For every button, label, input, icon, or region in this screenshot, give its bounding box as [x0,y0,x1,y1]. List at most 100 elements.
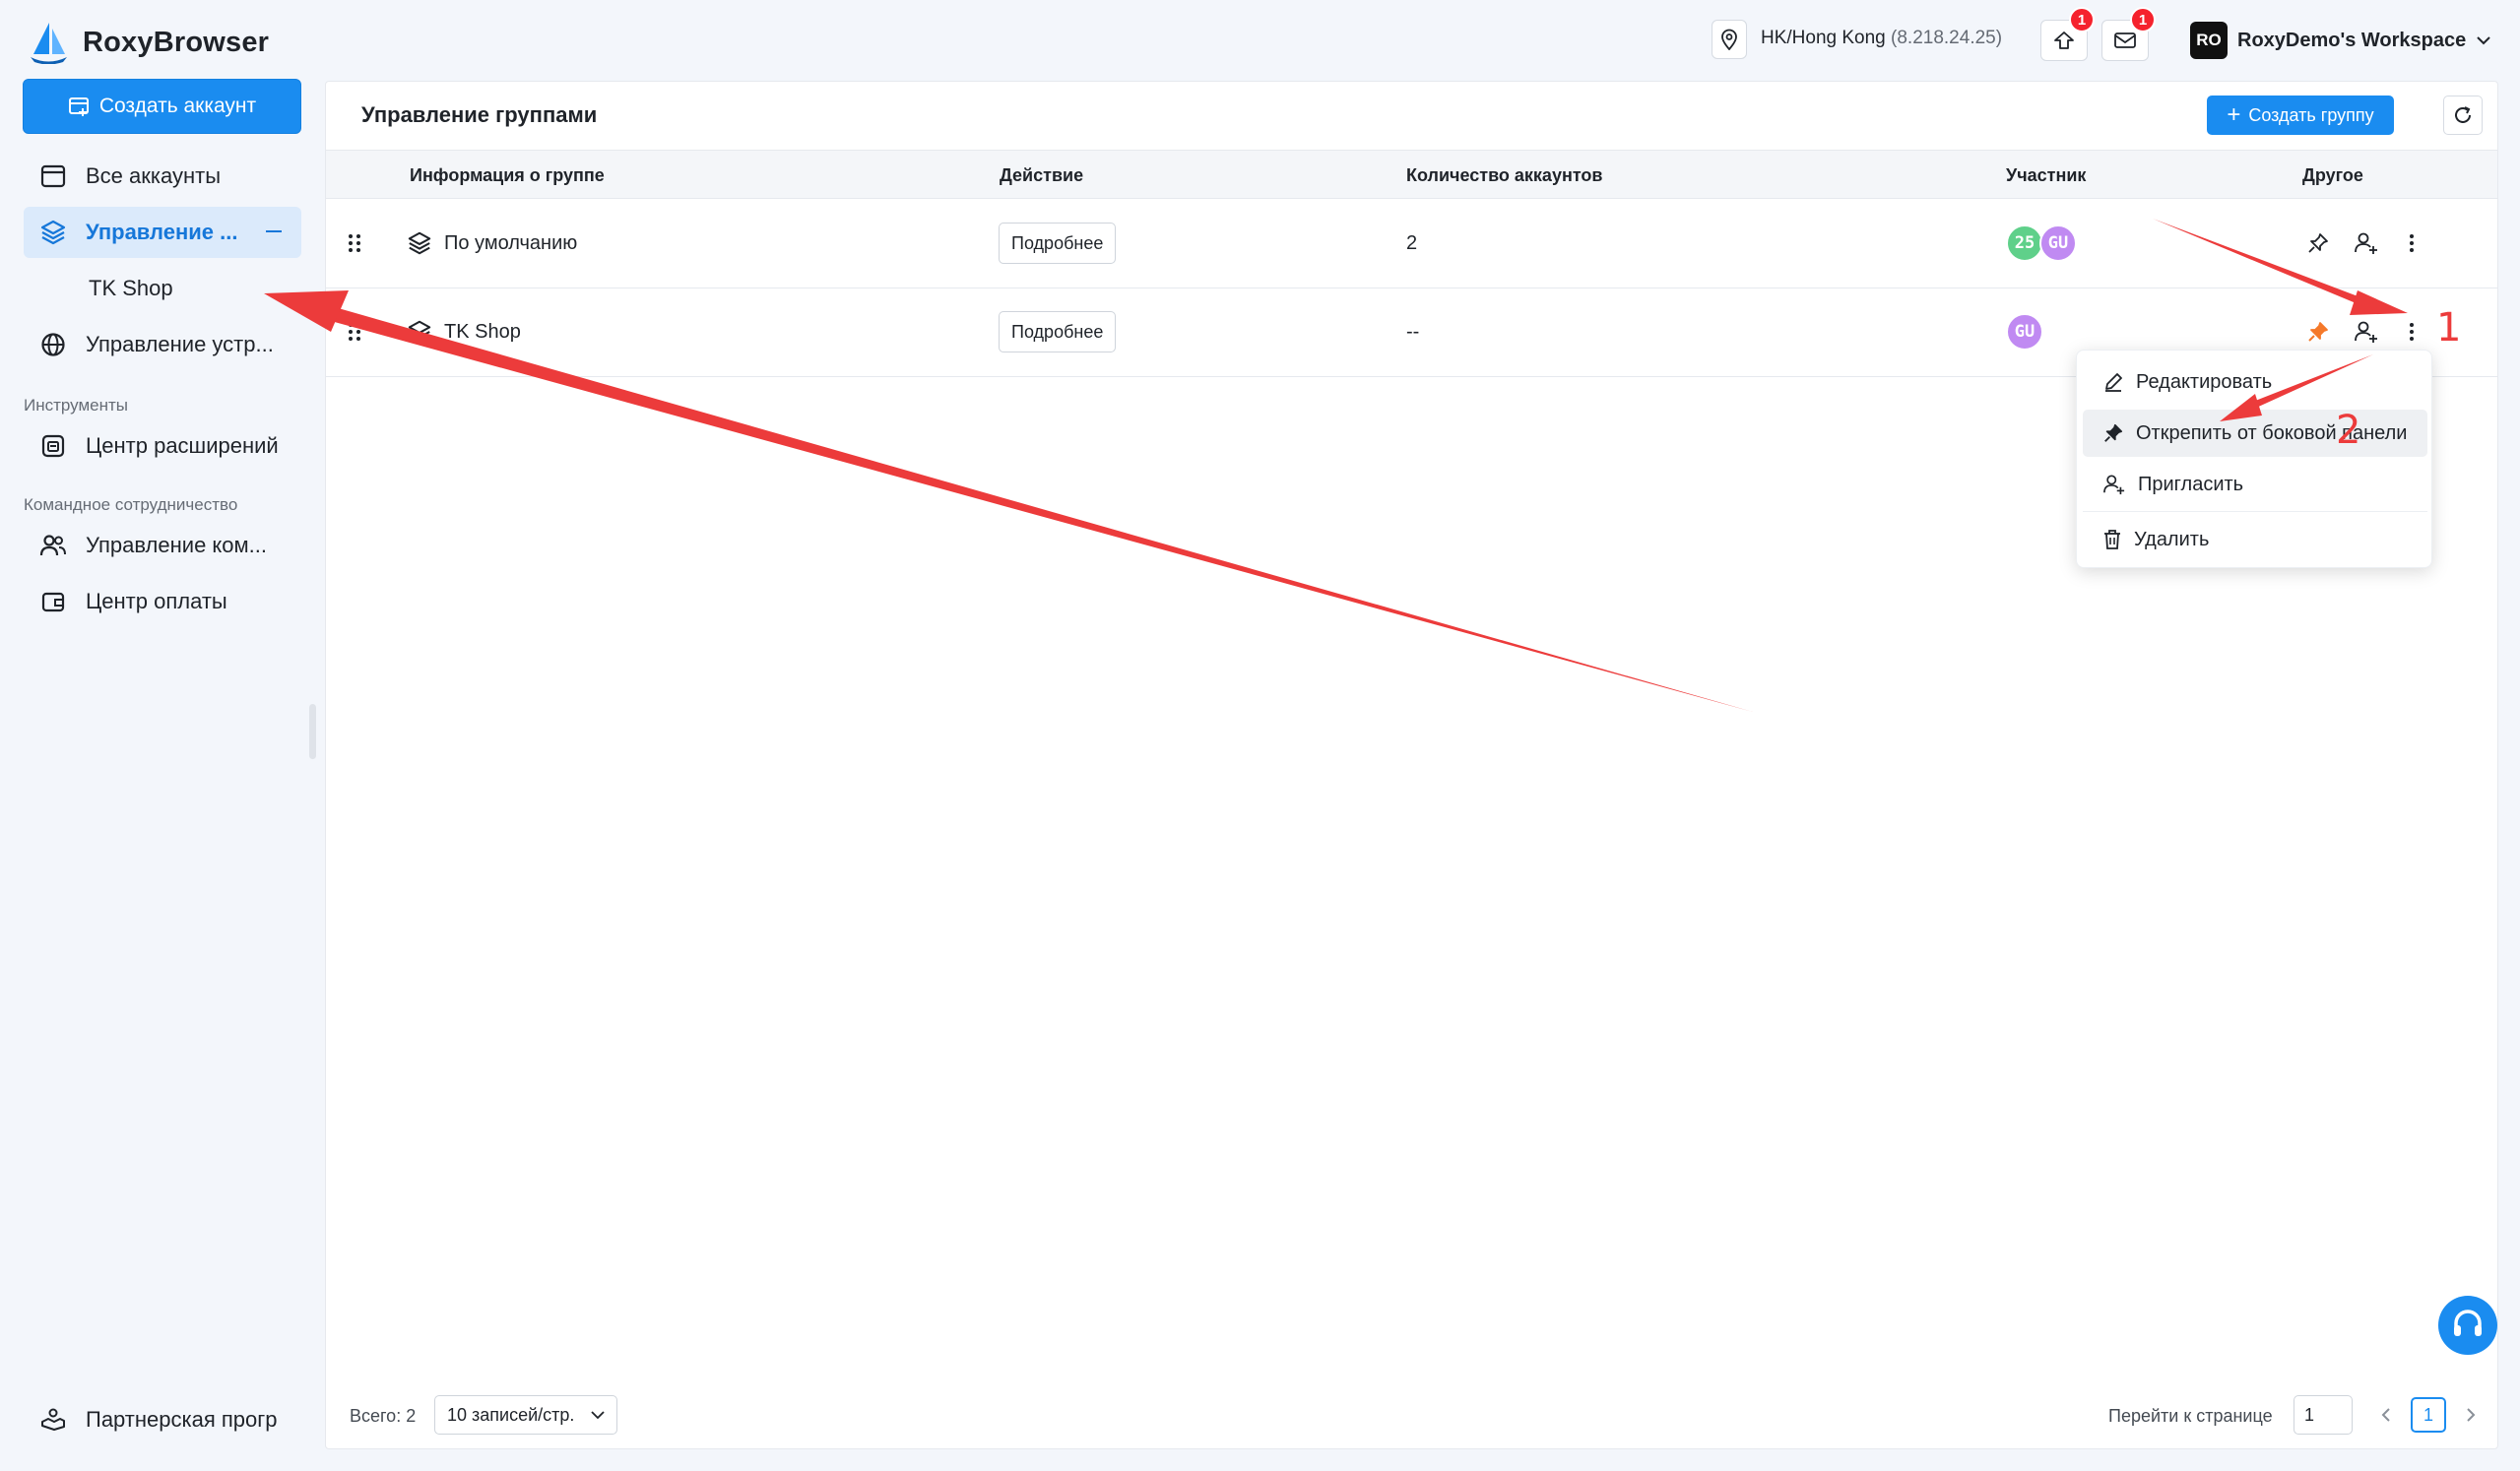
member-avatars: 25 GU [2006,200,2077,287]
support-chat-button[interactable] [2438,1296,2497,1355]
sidebar-item-team-management[interactable]: Управление ком... [24,520,301,571]
proxy-location: HK/Hong Kong [1761,28,1886,48]
workspace-switcher[interactable]: RO RoxyDemo's Workspace [2190,20,2491,61]
column-header: Действие [1000,165,1084,185]
menu-item-label: Удалить [2134,528,2210,550]
menu-item-edit[interactable]: Редактировать [2083,358,2427,406]
menu-item-label: Пригласить [2138,473,2244,495]
extension-store-icon [38,431,68,461]
page-size-value: 10 записей/стр. [447,1404,575,1425]
layers-icon [408,231,431,255]
more-options-icon[interactable] [2394,314,2429,350]
sidebar-item-label: Управление ком... [86,533,267,557]
column-header: Другое [2302,165,2363,185]
sidebar-item-all-accounts[interactable]: Все аккаунты [24,151,301,202]
avatar[interactable]: GU [2039,224,2077,262]
annotation-step-2: 2 [2336,408,2361,453]
group-info: TK Shop [407,288,521,375]
page-size-select[interactable]: 10 записей/стр. [434,1395,617,1435]
sidebar-item-label: Управление устр... [86,332,274,356]
invite-user-icon[interactable] [2349,314,2384,350]
table-header: Информация о группе Действие Количество … [326,150,2497,199]
sidebar-item-group-management[interactable]: Управление ... [24,207,301,258]
next-page-icon[interactable] [2453,1397,2488,1433]
app-logo[interactable]: RoxyBrowser [28,18,269,67]
browser-window-icon [38,161,68,191]
refresh-icon [2455,106,2471,123]
avatar[interactable]: 25 [2006,224,2043,262]
refresh-button[interactable] [2443,96,2483,135]
avatar[interactable]: GU [2006,313,2043,351]
proxy-ip: (8.218.24.25) [1891,28,2003,48]
column-header: Информация о группе [410,165,605,185]
pin-icon[interactable] [2300,225,2336,261]
users-icon [38,531,68,560]
annotation-step-1: 1 [2436,305,2462,351]
pencil-icon [2105,373,2122,392]
pin-filled-icon [2104,423,2123,442]
workspace-name: RoxyDemo's Workspace [2237,29,2467,51]
table-row: По умолчанию Подробнее 2 25 GU [326,200,2497,288]
column-header: Участник [2006,165,2087,185]
menu-divider [2083,511,2427,512]
sidebar-item-label: Центр оплаты [86,589,227,613]
section-team-title: Командное сотрудничество [24,495,238,514]
more-options-icon[interactable] [2394,225,2429,261]
goto-page-label: Перейти к странице [2108,1406,2273,1426]
goto-page-input[interactable]: 1 [2294,1395,2353,1435]
layers-icon [408,320,431,344]
create-account-label: Создать аккаунт [98,95,257,117]
member-avatars: GU [2006,288,2043,375]
sidebar-item-device-management[interactable]: Управление устр... [24,319,301,370]
create-account-button[interactable]: Создать аккаунт [23,79,301,134]
details-button[interactable]: Подробнее [999,223,1117,264]
pin-active-icon[interactable] [2300,314,2336,350]
sidebar-subitem-tk-shop[interactable]: TK Shop [89,276,173,301]
location-button[interactable] [1712,20,1747,59]
collapse-icon[interactable] [266,230,282,232]
mail-badge: 1 [2130,7,2156,32]
group-info: По умолчанию [407,200,577,287]
sidebar-item-extensions[interactable]: Центр расширений [24,420,301,472]
row-options-menu: Редактировать Открепить от боковой панел… [2076,350,2432,568]
group-management-panel: Управление группами + Создать группу Инф… [325,81,2498,1449]
group-name: По умолчанию [444,231,578,254]
sidebar-item-label: Центр расширений [86,433,279,458]
details-button[interactable]: Подробнее [999,311,1117,352]
create-group-label: Создать группу [2248,104,2374,125]
sidebar: RoxyBrowser Создать аккаунт Все аккаунты… [0,0,321,1471]
sidebar-scrollbar[interactable] [309,704,316,759]
invite-user-icon[interactable] [2349,225,2384,261]
create-group-button[interactable]: + Создать группу [2207,96,2394,135]
menu-item-delete[interactable]: Удалить [2083,516,2427,563]
column-header: Количество аккаунтов [1406,165,1603,185]
update-button[interactable]: 1 [2040,7,2095,61]
menu-item-label: Открепить от боковой панели [2136,421,2408,444]
prev-page-icon[interactable] [2368,1397,2404,1433]
workspace-avatar: RO [2190,22,2228,59]
chevron-down-icon [2477,36,2490,45]
top-bar: HK/Hong Kong (8.218.24.25) 1 1 RO RoxyDe… [321,0,2520,81]
messages-button[interactable]: 1 [2101,7,2156,61]
sidebar-item-label: Все аккаунты [86,163,222,188]
chevron-down-icon [591,1410,605,1419]
update-badge: 1 [2069,7,2095,32]
drag-handle-icon[interactable] [348,288,361,375]
account-count: 2 [1406,231,1418,254]
sidebar-item-billing[interactable]: Центр оплаты [24,576,301,627]
sidebar-item-label: Управление ... [86,220,238,244]
total-count: Всего: 2 [350,1406,417,1426]
page-number-current[interactable]: 1 [2411,1397,2446,1433]
account-count: -- [1406,320,1420,343]
drag-handle-icon[interactable] [348,200,361,287]
menu-item-invite[interactable]: Пригласить [2083,461,2427,508]
handshake-icon [38,1405,68,1435]
location-pin-icon [1721,29,1737,50]
upload-cloud-icon [2054,32,2074,49]
wallet-icon [38,587,68,616]
menu-item-unpin[interactable]: Открепить от боковой панели [2083,410,2427,457]
plus-icon: + [2227,101,2241,128]
sidebar-item-label: Партнерская прогр [86,1407,278,1432]
sidebar-item-partner-program[interactable]: Партнерская прогр [24,1394,301,1445]
globe-icon [38,330,68,359]
